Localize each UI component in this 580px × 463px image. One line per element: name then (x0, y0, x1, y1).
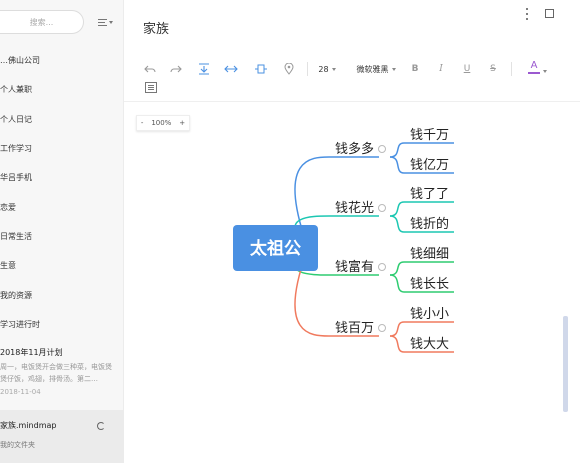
font-color-letter: A (530, 60, 538, 71)
collapse-toggle-icon[interactable] (378, 145, 386, 153)
notebook-item[interactable]: 华吕手机 (0, 163, 124, 192)
notebook-item[interactable]: …佛山公司 (0, 46, 124, 75)
child-node[interactable]: 钱细细 (410, 247, 449, 262)
list-sort-icon (98, 18, 107, 26)
font-size-select[interactable]: 28 (316, 61, 338, 77)
notebook-item[interactable]: 个人兼职 (0, 75, 124, 104)
note-icon[interactable] (145, 82, 157, 93)
file-name: 家族.mindmap (0, 421, 57, 430)
branch-node[interactable]: 钱花光 (335, 200, 374, 216)
notebook-item[interactable]: 我的资源 (0, 280, 124, 309)
chevron-down-icon (331, 67, 336, 71)
strikethrough-button[interactable]: S (487, 61, 499, 77)
branch-node[interactable]: 钱多多 (335, 141, 374, 157)
child-connector (389, 215, 405, 233)
redo-icon[interactable] (168, 61, 184, 77)
chevron-down-icon (109, 20, 113, 24)
notebook-item[interactable]: 生意 (0, 251, 124, 280)
zoom-out-button[interactable]: - (141, 119, 144, 127)
child-node[interactable]: 钱亿万 (410, 158, 449, 173)
font-size-value: 28 (318, 64, 329, 74)
mindmap-canvas[interactable]: - 100% + 钱多多 钱千万 钱亿万 钱花光 钱了了 钱折的 钱富有 钱细细 钱长长 钱百万钱… (124, 103, 580, 463)
child-connector (389, 156, 405, 174)
child-connector (389, 201, 405, 217)
child-connector (389, 335, 405, 353)
collapse-toggle-icon[interactable] (378, 324, 386, 332)
undo-icon[interactable] (142, 61, 158, 77)
insert-parent-node-icon[interactable] (252, 61, 270, 77)
sort-button[interactable] (98, 14, 116, 30)
child-connector (389, 321, 405, 337)
zoom-in-button[interactable]: + (179, 119, 185, 127)
font-family-select[interactable]: 微软雅黑 (354, 61, 398, 77)
chevron-down-icon (391, 67, 396, 71)
notebook-item[interactable]: 恋爱 (0, 192, 124, 221)
bold-button[interactable]: B (409, 61, 421, 77)
notebook-item[interactable]: 工作学习 (0, 134, 124, 163)
note-date: 2018-11-04 (0, 388, 41, 396)
font-color-swatch (528, 72, 540, 74)
child-connector (389, 274, 405, 293)
underline-button[interactable]: U (461, 61, 473, 77)
app-window: 搜索... …佛山公司 个人兼职 个人日记 工作学习 华吕手机 恋爱 日常生活 … (0, 0, 580, 463)
insert-child-node-icon[interactable] (196, 61, 212, 77)
child-connector (389, 261, 405, 276)
note-list-item[interactable]: 2018年11月计划 周一，电饭煲开会做三种菜，电饭煲煲仔饭，鸡翅，排骨汤。第二… (0, 345, 124, 403)
vertical-scrollbar[interactable] (563, 316, 568, 412)
child-node[interactable]: 钱小小 (410, 307, 449, 322)
selected-file-item[interactable]: 家族.mindmap 我的文件夹 (0, 410, 124, 463)
editor-toolbar: 28 微软雅黑 B I U S A (124, 50, 580, 102)
font-color-button[interactable]: A (525, 60, 543, 78)
chevron-down-icon[interactable] (542, 68, 548, 74)
maximize-icon[interactable] (545, 9, 554, 18)
page-title: 家族 (143, 22, 170, 37)
child-node[interactable]: 钱了了 (410, 187, 449, 202)
branch-node[interactable]: 钱百万 (335, 321, 374, 336)
notebook-item[interactable]: 学习进行时 (0, 310, 124, 339)
note-excerpt: 周一，电饭煲开会做三种菜，电饭煲煲仔饭，鸡翅，排骨汤。第二… (0, 363, 112, 383)
notebook-item[interactable]: 个人日记 (0, 105, 124, 134)
child-node[interactable]: 钱折的 (410, 216, 449, 232)
document-header: 家族 (124, 0, 580, 50)
toolbar-divider (307, 62, 308, 76)
child-node[interactable]: 钱长长 (410, 277, 449, 292)
location-icon[interactable] (282, 61, 296, 77)
toolbar-divider (511, 62, 512, 76)
child-node[interactable]: 钱千万 (410, 128, 449, 143)
note-title: 2018年11月计划 (0, 348, 63, 357)
mindmap-diagram: 钱多多 钱千万钱亿万钱花光 钱了了钱折的钱富有 钱细细钱长长钱百万 钱小小钱大大 太祖公 (233, 128, 454, 353)
font-family-value: 微软雅黑 (356, 64, 389, 74)
child-connector (389, 142, 405, 158)
folder-path: 我的文件夹 (0, 441, 35, 449)
more-vertical-icon[interactable] (525, 8, 529, 20)
search-input[interactable]: 搜索... (0, 10, 84, 34)
collapse-toggle-icon[interactable] (378, 263, 386, 271)
sync-icon[interactable] (97, 422, 105, 430)
branch-node[interactable]: 钱富有 (335, 259, 374, 275)
root-node-label: 太祖公 (250, 238, 301, 259)
zoom-control: - 100% + (136, 115, 190, 131)
notebook-list: …佛山公司 个人兼职 个人日记 工作学习 华吕手机 恋爱 日常生活 生意 我的资… (0, 46, 124, 339)
insert-sibling-node-icon[interactable] (222, 61, 240, 77)
italic-button[interactable]: I (435, 61, 447, 77)
child-node[interactable]: 钱大大 (410, 337, 449, 352)
zoom-level: 100% (151, 119, 172, 127)
notebook-item[interactable]: 日常生活 (0, 222, 124, 251)
sidebar: 搜索... …佛山公司 个人兼职 个人日记 工作学习 华吕手机 恋爱 日常生活 … (0, 0, 124, 463)
collapse-toggle-icon[interactable] (378, 204, 386, 212)
